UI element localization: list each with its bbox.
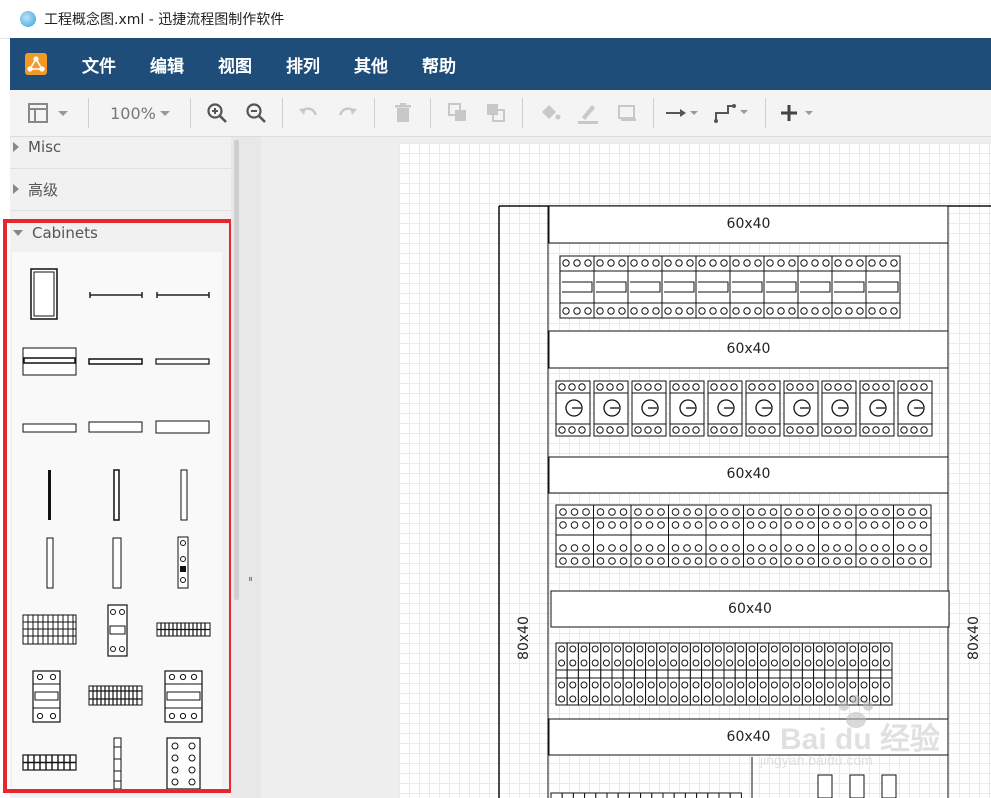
- terminal-device: [818, 504, 857, 568]
- terminal-device: [855, 504, 894, 568]
- narrow-terminal-device: [656, 642, 669, 706]
- terminal-device: [743, 504, 782, 568]
- terminal-device: [555, 504, 594, 568]
- narrow-terminal-device: [745, 642, 759, 706]
- breaker-device: [831, 255, 867, 319]
- breaker-device: [729, 255, 765, 319]
- terminal-device: [593, 504, 632, 568]
- motor-switch-device: [745, 380, 781, 437]
- narrow-terminal-device: [555, 642, 568, 706]
- narrow-terminal-device: [589, 642, 602, 706]
- trunking-label: 60x40: [726, 466, 771, 482]
- breaker-device: [559, 255, 595, 319]
- breaker-device: [695, 255, 731, 319]
- trunking-label: 60x40: [726, 216, 771, 232]
- terminal-device: [780, 504, 819, 568]
- motor-switch-device: [555, 380, 591, 437]
- breaker-device: [593, 255, 629, 319]
- diagram-drawing: [498, 205, 991, 798]
- motor-switch-device: [669, 380, 705, 437]
- narrow-terminal-device: [734, 642, 747, 706]
- side-duct-label: 80x40: [966, 616, 982, 660]
- breaker-device: [865, 255, 901, 319]
- breaker-device: [661, 255, 697, 319]
- narrow-terminal-device: [645, 642, 658, 706]
- switch-row-2: [555, 380, 933, 437]
- motor-switch-device: [821, 380, 857, 437]
- terminal-device: [630, 504, 669, 568]
- narrow-terminal-device: [723, 642, 736, 706]
- motor-switch-device: [593, 380, 629, 437]
- baidu-watermark: Bai du 经验 jingyan.baidu.com: [760, 690, 940, 770]
- terminal-row-5: [550, 792, 742, 798]
- terminal-device: [705, 504, 744, 568]
- narrow-terminal-device: [577, 642, 591, 706]
- terminal-row-3: [555, 504, 932, 568]
- narrow-terminal-device: [701, 642, 714, 706]
- side-duct-label: 80x40: [516, 616, 532, 660]
- breaker-device: [627, 255, 663, 319]
- breaker-row-1: [559, 255, 901, 319]
- motor-switch-device: [631, 380, 667, 437]
- terminal-device: [668, 504, 707, 568]
- narrow-terminal-device: [566, 642, 579, 706]
- narrow-terminal-device: [622, 642, 635, 706]
- trunking-label: 60x40: [728, 601, 772, 617]
- breaker-device: [797, 255, 833, 319]
- trunking-label: 60x40: [726, 341, 771, 357]
- narrow-terminal-device: [611, 642, 624, 706]
- narrow-terminal-device: [600, 642, 613, 706]
- motor-switch-device: [859, 380, 895, 437]
- narrow-terminal-device: [678, 642, 691, 706]
- breaker-device: [763, 255, 799, 319]
- terminal-device: [893, 504, 932, 568]
- narrow-terminal-device: [712, 642, 725, 706]
- motor-switch-device: [897, 380, 933, 437]
- watermark-subtext: jingyan.baidu.com: [760, 752, 873, 768]
- narrow-terminal-device: [633, 642, 647, 706]
- narrow-terminal-device: [667, 642, 680, 706]
- motor-switch-device: [783, 380, 819, 437]
- narrow-terminal-device: [689, 642, 703, 706]
- motor-switch-device: [707, 380, 743, 437]
